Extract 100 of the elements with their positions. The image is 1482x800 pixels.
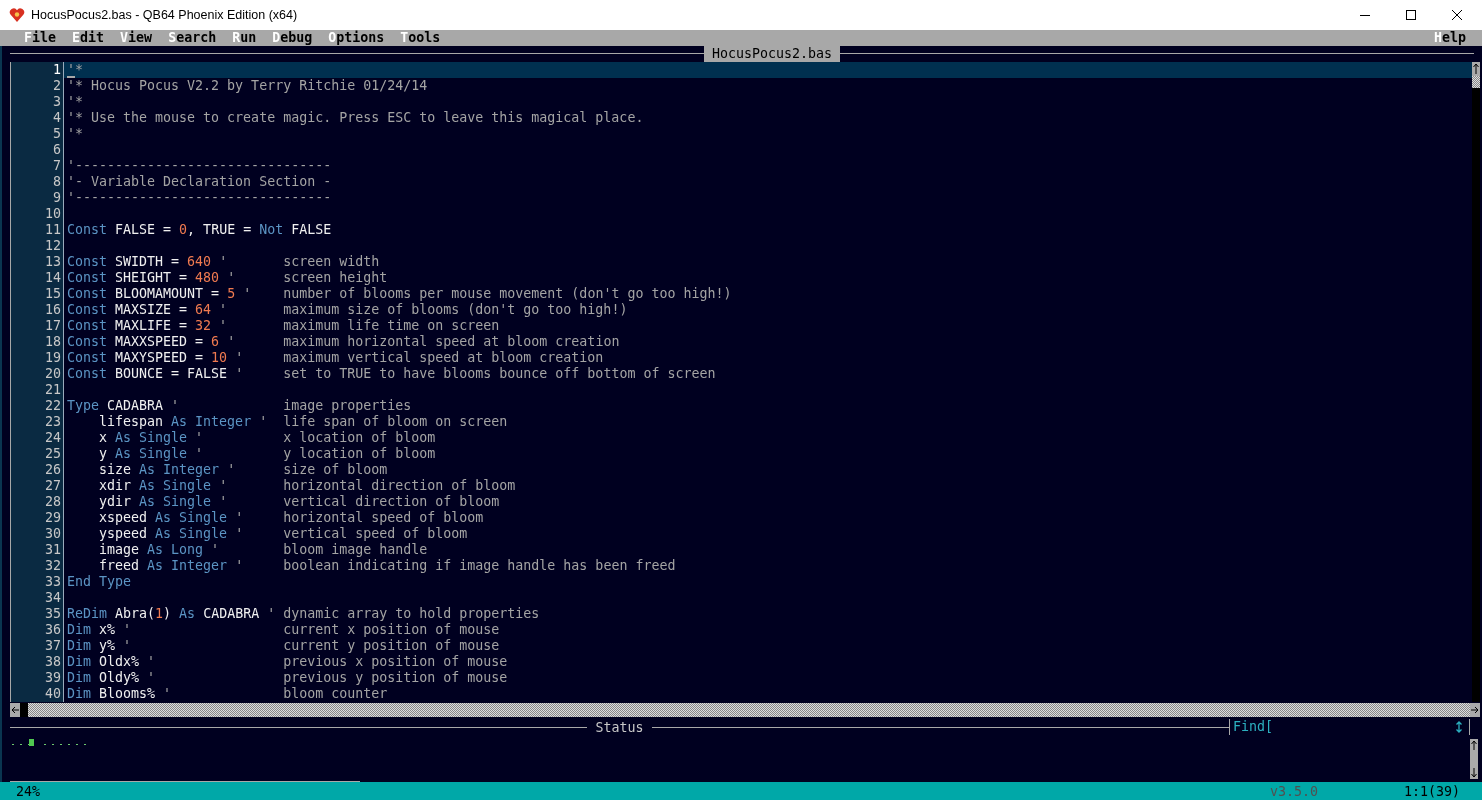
scroll-up-icon[interactable] [1472, 62, 1480, 76]
line-number: 11 [45, 222, 61, 238]
code-line: ReDim Abra(1) As CADABRA ' dynamic array to hold properties [67, 607, 540, 620]
line-number: 30 [45, 526, 61, 542]
code-line: image As Long ' bloom image handle [98, 543, 428, 556]
line-number: 13 [45, 254, 61, 270]
scroll-right-icon[interactable] [1470, 703, 1480, 717]
line-number: 26 [45, 462, 61, 478]
scroll-left-icon[interactable] [10, 703, 20, 717]
code-line: x As Single ' x location of bloom [98, 431, 436, 444]
line-number: 20 [45, 366, 61, 382]
menu-item[interactable]: View [120, 30, 153, 46]
line-number: 25 [45, 446, 61, 462]
code-line: '-------------------------------- [67, 159, 332, 172]
line-number: 18 [45, 334, 61, 350]
menu-item[interactable]: Options [328, 30, 385, 46]
code-line: Const MAXLIFE = 32 ' maximum life time on screen [67, 319, 500, 332]
code-line: Dim Blooms% ' bloom counter [67, 687, 388, 700]
line-number: 8 [53, 174, 61, 190]
line-number: 38 [45, 654, 61, 670]
window-title: HocusPocus2.bas - QB64 Phoenix Edition (x64) [31, 8, 299, 22]
line-number: 32 [45, 558, 61, 574]
line-number: 5 [53, 126, 61, 142]
line-number: 37 [45, 638, 61, 654]
line-number: 3 [53, 94, 61, 110]
line-number: 29 [45, 510, 61, 526]
line-number: 6 [53, 142, 61, 158]
code-line: y As Single ' y location of bloom [98, 447, 436, 460]
line-number: 14 [45, 270, 61, 286]
menu-item[interactable]: Debug [272, 30, 313, 46]
code-line: freed As Integer ' boolean indicating if image handle has been freed [98, 559, 676, 572]
line-number: 23 [45, 414, 61, 430]
line-number: 10 [45, 206, 61, 222]
line-number: 35 [45, 606, 61, 622]
line-number: 4 [53, 110, 61, 126]
line-number: 36 [45, 622, 61, 638]
code-line: '* [67, 127, 83, 140]
line-number: 16 [45, 302, 61, 318]
line-number: 27 [45, 478, 61, 494]
line-number: 19 [45, 350, 61, 366]
menu-item[interactable]: Edit [72, 30, 105, 46]
text-cursor [67, 76, 75, 78]
code-line: xspeed As Single ' horizontal speed of bloom [98, 511, 484, 524]
code-line: Const MAXXSPEED = 6 ' maximum horizontal speed at bloom creation [67, 335, 620, 348]
line-number: 31 [45, 542, 61, 558]
code-line: Dim Oldy% ' previous y position of mouse [67, 671, 508, 684]
line-number: 17 [45, 318, 61, 334]
line-number: 9 [53, 190, 61, 206]
zoom-level: 24% [16, 783, 42, 799]
code-line: '- Variable Declaration Section - [67, 175, 332, 188]
line-number: 40 [45, 686, 61, 702]
up-down-arrow-icon[interactable] [1455, 721, 1463, 733]
scroll-thumb[interactable] [20, 703, 28, 717]
version-label: v3.5.0 [1269, 783, 1318, 799]
line-number: 34 [45, 590, 61, 606]
line-number: 22 [45, 398, 61, 414]
line-number: 33 [45, 574, 61, 590]
line-number: 2 [53, 78, 61, 94]
menu-item[interactable]: File [24, 30, 57, 46]
line-number: 12 [45, 238, 61, 254]
cursor-position: 1:1(39) [1403, 783, 1460, 799]
scroll-thumb[interactable] [1472, 76, 1480, 88]
find-field[interactable]: Find[ [1229, 719, 1470, 735]
menu-item[interactable]: Search [168, 30, 217, 46]
line-number: 39 [45, 670, 61, 686]
line-number: 7 [53, 158, 61, 174]
code-line: Const SWIDTH = 640 ' screen width [67, 255, 380, 268]
menu-item[interactable]: Tools [400, 30, 441, 46]
line-number: 28 [45, 494, 61, 510]
code-line: Dim y% ' current y position of mouse [67, 639, 500, 652]
code-line: Dim x% ' current x position of mouse [67, 623, 500, 636]
code-line: Const MAXYSPEED = 10 ' maximum vertical speed at bloom creation [67, 351, 604, 364]
line-number: 21 [45, 382, 61, 398]
code-line: Const BLOOMAMOUNT = 5 ' number of blooms per mouse movement (don't go too high!) [67, 287, 732, 300]
code-line: '* [67, 95, 83, 108]
code-line: Const MAXSIZE = 64 ' maximum size of blooms (don't go too high!) [67, 303, 628, 316]
code-line: lifespan As Integer ' life span of bloom on screen [98, 415, 508, 428]
file-tab[interactable]: HocusPocus2.bas [703, 46, 841, 62]
menu-item[interactable]: Help [1433, 30, 1466, 46]
close-icon[interactable] [1451, 9, 1463, 21]
line-number: 24 [45, 430, 61, 446]
code-line: xdir As Single ' horizontal direction of bloom [98, 479, 516, 492]
code-line: '* [67, 63, 83, 76]
menu-item[interactable]: Run [232, 30, 257, 46]
code-line: Const FALSE = 0, TRUE = Not FALSE [67, 223, 332, 236]
maximize-icon[interactable] [1405, 9, 1417, 21]
status-title: Status [594, 719, 645, 735]
code-line: Const SHEIGHT = 480 ' screen height [67, 271, 388, 284]
line-number: 15 [45, 286, 61, 302]
code-line: Type CADABRA ' image properties [67, 399, 412, 412]
app-logo-icon [9, 7, 25, 23]
code-line: End Type [67, 575, 132, 588]
code-line: yspeed As Single ' vertical speed of bloom [98, 527, 468, 540]
code-line: Dim Oldx% ' previous x position of mouse [67, 655, 508, 668]
code-line: Const BOUNCE = FALSE ' set to TRUE to have blooms bounce off bottom of screen [67, 367, 716, 380]
code-line: '* Use the mouse to create magic. Press ESC to leave this magical place. [67, 111, 644, 124]
code-line: ydir As Single ' vertical direction of bloom [98, 495, 500, 508]
code-line: size As Integer ' size of bloom [98, 463, 388, 476]
code-line: '* Hocus Pocus V2.2 by Terry Ritchie 01/24/14 [67, 79, 428, 92]
line-number: 1 [53, 62, 61, 78]
